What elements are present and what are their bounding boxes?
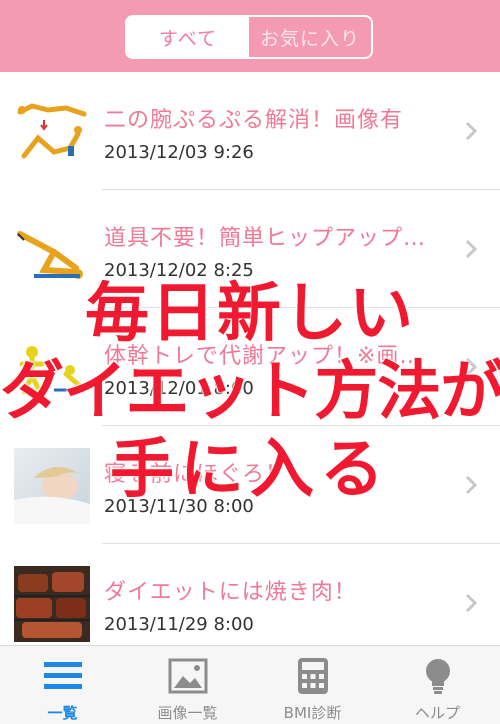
article-date: 2013/11/29 8:00 xyxy=(104,614,254,635)
header-bar: すべて お気に入り xyxy=(0,0,500,72)
tab-label: BMI診断 xyxy=(283,704,342,722)
tab-bmi[interactable]: BMI診断 xyxy=(250,646,375,724)
chevron-right-icon xyxy=(465,593,478,613)
segmented-control: すべて お気に入り xyxy=(125,15,373,59)
promo-overlay-text: 毎日新しい ダイエット方法が 手に入る xyxy=(0,275,500,509)
tab-list[interactable]: 一覧 xyxy=(0,646,125,724)
article-title: 道具不要！簡単ヒップアップ… xyxy=(104,226,427,251)
list-item[interactable]: 二の腕ぷるぷる解消！画像有 2013/12/03 9:26 xyxy=(0,72,500,190)
article-title: ダイエットには焼き肉！ xyxy=(104,580,357,605)
grilled-meat-thumbnail xyxy=(14,566,90,642)
tab-help[interactable]: ヘルプ xyxy=(375,646,500,724)
promo-line-2: ダイエット方法が xyxy=(0,355,500,429)
image-icon xyxy=(168,658,208,694)
lightbulb-icon xyxy=(426,659,450,694)
tab-image-list[interactable]: 画像一覧 xyxy=(125,646,250,724)
promo-line-1: 毎日新しい xyxy=(85,277,415,351)
article-title: 二の腕ぷるぷる解消！画像有 xyxy=(104,108,404,133)
segment-favorites[interactable]: お気に入り xyxy=(249,17,371,57)
tab-label: 画像一覧 xyxy=(157,704,218,722)
arm-exercise-thumbnail xyxy=(14,94,90,170)
chevron-right-icon xyxy=(465,239,478,259)
segment-all[interactable]: すべて xyxy=(127,17,249,57)
article-date: 2013/12/03 9:26 xyxy=(104,142,254,163)
tab-label: ヘルプ xyxy=(414,704,460,722)
tab-bar: 一覧 画像一覧 BMI診断 ヘルプ xyxy=(0,645,500,724)
promo-line-3: 手に入る xyxy=(110,433,390,507)
list-icon xyxy=(44,662,82,689)
chevron-right-icon xyxy=(465,121,478,141)
tab-label: 一覧 xyxy=(47,704,78,722)
calculator-icon xyxy=(298,658,328,694)
